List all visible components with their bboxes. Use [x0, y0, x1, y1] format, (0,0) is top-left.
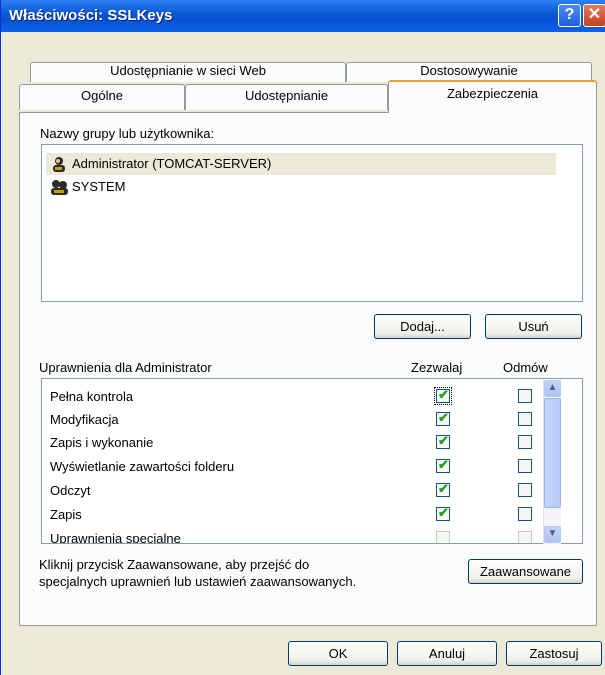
- deny-checkbox[interactable]: [518, 412, 532, 426]
- permissions-scrollbar[interactable]: ▲ ▼: [543, 380, 561, 544]
- user-name: SYSTEM: [72, 179, 126, 194]
- check-icon: ✔: [438, 457, 449, 472]
- scroll-thumb[interactable]: [544, 398, 561, 508]
- permission-row: Modyfikacja ✔: [50, 408, 570, 432]
- window-title: Właściwości: SSLKeys: [9, 7, 173, 24]
- close-button[interactable]: ✕: [583, 4, 605, 27]
- user-icon: [53, 157, 65, 172]
- advanced-description: Kliknij przycisk Zaawansowane, aby przej…: [39, 557, 357, 589]
- permission-name: Wyświetlanie zawartości folderu: [50, 459, 235, 474]
- permission-row: Zapis ✔: [50, 503, 570, 527]
- check-icon: ✔: [438, 505, 449, 520]
- deny-checkbox[interactable]: [518, 435, 532, 449]
- deny-checkbox[interactable]: [518, 459, 532, 473]
- advanced-button[interactable]: Zaawansowane: [468, 559, 583, 584]
- close-icon: ✕: [587, 6, 602, 23]
- cancel-button[interactable]: Anuluj: [397, 641, 497, 666]
- add-button[interactable]: Dodaj...: [374, 314, 471, 339]
- apply-button[interactable]: Zastosuj: [506, 641, 602, 666]
- allow-checkbox[interactable]: ✔: [436, 505, 450, 521]
- scroll-down-button[interactable]: ▼: [544, 526, 561, 543]
- tab-web-sharing[interactable]: Udostępnianie w sieci Web: [30, 62, 346, 82]
- permission-name: Zapis i wykonanie: [50, 435, 154, 450]
- permission-row: Pełna kontrola ✔: [50, 385, 570, 409]
- permission-row: Wyświetlanie zawartości folderu ✔: [50, 455, 570, 479]
- permissions-list[interactable]: Pełna kontrola ✔ Modyfikacja ✔ Zapis i w…: [41, 378, 583, 544]
- permissions-label: Uprawnienia dla Administrator: [39, 360, 212, 375]
- users-list[interactable]: Administrator (TOMCAT-SERVER) SYSTEM: [41, 144, 583, 302]
- tab-label: Ogólne: [81, 88, 123, 103]
- allow-checkbox[interactable]: ✔: [436, 433, 450, 449]
- tab-security[interactable]: Zabezpieczenia: [388, 80, 597, 113]
- allow-checkbox[interactable]: [436, 531, 450, 543]
- check-icon: ✔: [438, 410, 449, 425]
- remove-button[interactable]: Usuń: [485, 314, 582, 339]
- check-icon: ✔: [438, 433, 449, 448]
- deny-checkbox[interactable]: [518, 483, 532, 497]
- list-item[interactable]: SYSTEM: [46, 176, 556, 198]
- permission-row: Zapis i wykonanie ✔: [50, 431, 570, 455]
- scroll-up-button[interactable]: ▲: [544, 380, 561, 397]
- tab-label: Dostosowywanie: [420, 63, 518, 78]
- chevron-up-icon: ▲: [547, 382, 558, 393]
- ok-button[interactable]: OK: [288, 641, 388, 666]
- list-item[interactable]: Administrator (TOMCAT-SERVER): [46, 153, 556, 175]
- allow-checkbox[interactable]: ✔: [434, 387, 452, 405]
- deny-checkbox[interactable]: [518, 531, 532, 543]
- permission-name: Zapis: [50, 507, 82, 522]
- allow-checkbox[interactable]: ✔: [436, 457, 450, 473]
- permission-row: Odczyt ✔: [50, 479, 570, 503]
- allow-checkbox[interactable]: ✔: [436, 410, 450, 426]
- user-name: Administrator (TOMCAT-SERVER): [72, 156, 272, 171]
- permission-name: Modyfikacja: [50, 412, 119, 427]
- deny-header: Odmów: [503, 360, 548, 375]
- tab-label: Udostępnianie w sieci Web: [110, 63, 266, 78]
- check-icon: ✔: [438, 387, 449, 402]
- check-icon: ✔: [438, 481, 449, 496]
- tab-general[interactable]: Ogólne: [19, 84, 185, 110]
- permission-name: Odczyt: [50, 483, 91, 498]
- chevron-down-icon: ▼: [547, 528, 558, 539]
- tab-customize[interactable]: Dostosowywanie: [346, 62, 592, 82]
- tab-sharing[interactable]: Udostępnianie: [185, 84, 388, 110]
- permission-name: Uprawnienia specjalne: [50, 531, 181, 544]
- help-button[interactable]: ?: [558, 4, 581, 27]
- properties-dialog: Właściwości: SSLKeys ? ✕ Udostępnianie w…: [0, 0, 605, 675]
- deny-checkbox[interactable]: [518, 507, 532, 521]
- title-bar[interactable]: Właściwości: SSLKeys ? ✕: [1, 0, 605, 32]
- permission-row: Uprawnienia specjalne: [50, 527, 570, 544]
- users-label: Nazwy grupy lub użytkownika:: [40, 126, 215, 141]
- deny-checkbox[interactable]: [518, 389, 532, 403]
- tab-label: Udostępnianie: [244, 88, 329, 103]
- allow-header: Zezwalaj: [411, 360, 463, 375]
- tab-label: Zabezpieczenia: [446, 86, 539, 101]
- group-icon: [51, 180, 68, 195]
- help-icon: ?: [564, 6, 575, 23]
- allow-checkbox[interactable]: ✔: [436, 481, 450, 497]
- permission-name: Pełna kontrola: [50, 389, 134, 404]
